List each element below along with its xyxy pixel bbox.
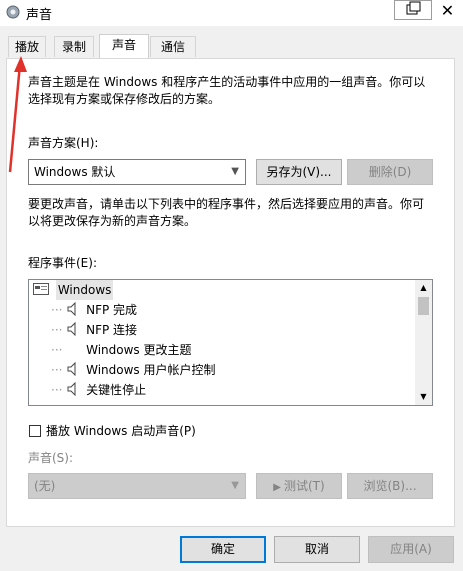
event-label: Windows 用户帐户控制 <box>86 363 216 377</box>
event-label: NFP 完成 <box>86 303 138 317</box>
test-button[interactable]: ▶ 测试(T) <box>256 473 342 499</box>
instruction-text-line1: 要更改声音，请单击以下列表中的程序事件，然后选择要应用的声音。你可 <box>28 197 425 211</box>
list-item[interactable]: ··· NFP 连接 <box>51 320 137 340</box>
list-item[interactable]: ··· Windows 用户帐户控制 <box>51 360 216 380</box>
speaker-icon <box>67 381 76 397</box>
sound-scheme-label: 声音方案(H): <box>28 136 99 150</box>
delete-button[interactable]: 删除(D) <box>347 159 433 185</box>
instruction-text-line2: 以将更改保存为新的声音方案。 <box>28 214 197 228</box>
speaker-icon <box>67 301 76 317</box>
list-item[interactable]: ··· NFP 完成 <box>51 300 137 320</box>
scrollbar-thumb[interactable] <box>418 297 429 315</box>
apply-button[interactable]: 应用(A) <box>368 536 454 563</box>
scroll-down-icon[interactable]: ▼ <box>415 391 432 403</box>
event-label: Windows 更改主题 <box>86 343 192 357</box>
intro-text-line1: 声音主题是在 Windows 和程序产生的活动事件中应用的一组声音。你可以 <box>28 75 426 89</box>
play-startup-sound-label[interactable]: 播放 Windows 启动声音(P) <box>46 423 196 440</box>
play-startup-sound-checkbox[interactable] <box>29 425 41 437</box>
cancel-button[interactable]: 取消 <box>274 536 360 563</box>
event-label: NFP 连接 <box>86 323 138 337</box>
intro-text-line2: 选择现有方案或保存修改后的方案。 <box>28 92 221 106</box>
test-button-label: 测试(T) <box>284 479 325 493</box>
sound-label: 声音(S): <box>28 451 74 465</box>
chevron-down-icon: ▼ <box>231 166 239 177</box>
list-item[interactable]: Windows <box>33 280 114 300</box>
vertical-scrollbar[interactable]: ▲ ▼ <box>415 280 432 405</box>
list-item[interactable]: ··· Windows 更改主题 <box>51 340 192 360</box>
sound-scheme-value: Windows 默认 <box>34 165 116 179</box>
windows-group-icon <box>33 283 49 295</box>
scroll-up-icon[interactable]: ▲ <box>415 282 432 294</box>
play-icon: ▶ <box>273 482 281 493</box>
tab-communications[interactable]: 通信 <box>150 36 196 57</box>
restore-icon <box>406 1 421 15</box>
event-label: 关键性停止 <box>86 383 147 397</box>
ok-button[interactable]: 确定 <box>180 536 266 563</box>
sound-select-value: (无) <box>34 479 56 493</box>
tab-sounds[interactable]: 声音 <box>99 34 149 59</box>
save-as-button[interactable]: 另存为(V)... <box>256 159 342 185</box>
close-button[interactable]: ✕ <box>432 0 463 22</box>
speaker-icon <box>67 361 76 377</box>
list-item[interactable]: ··· 关键性停止 <box>51 380 146 400</box>
sound-select[interactable]: (无) ▼ <box>28 473 246 499</box>
tab-playback[interactable]: 播放 <box>8 36 46 57</box>
tab-recording[interactable]: 录制 <box>54 36 94 57</box>
speaker-icon <box>67 321 76 337</box>
chevron-down-icon: ▼ <box>231 480 239 491</box>
event-group-label: Windows <box>55 280 114 300</box>
window-title: 声音 <box>26 8 53 23</box>
restore-button[interactable] <box>394 0 432 20</box>
browse-button[interactable]: 浏览(B)... <box>347 473 433 499</box>
sound-scheme-select[interactable]: Windows 默认 ▼ <box>28 159 246 185</box>
program-events-list[interactable]: Windows ··· NFP 完成 ··· NFP 连接 ··· Window… <box>28 279 433 406</box>
speaker-app-icon <box>6 5 20 19</box>
program-events-label: 程序事件(E): <box>28 256 97 270</box>
